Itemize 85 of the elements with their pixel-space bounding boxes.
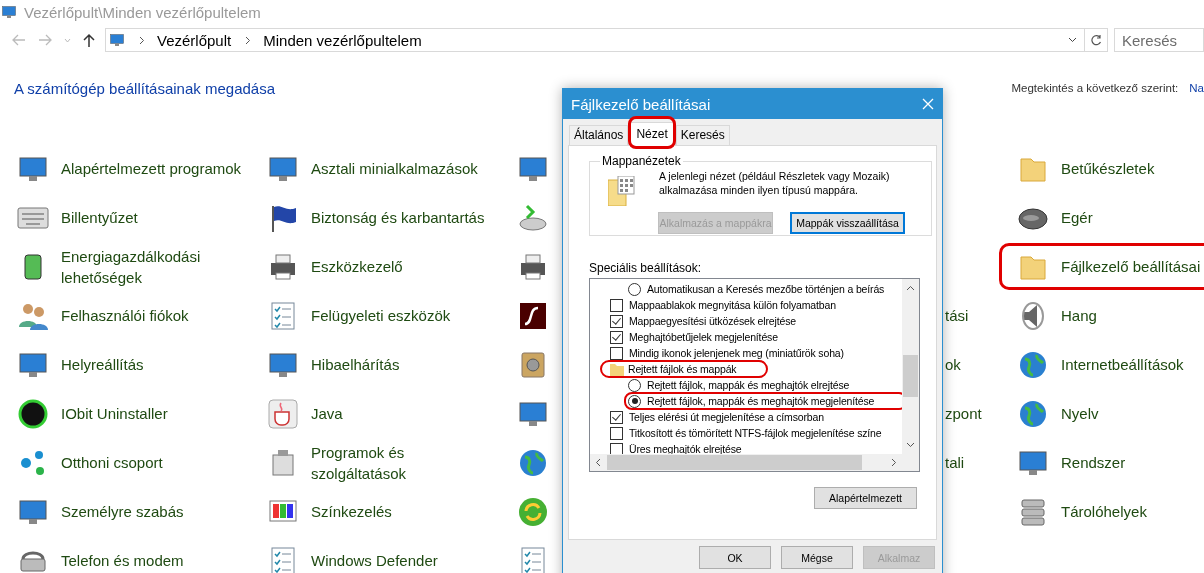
- view-by-label: Megtekintés a következő szerint:: [1011, 82, 1179, 94]
- control-panel-item-label[interactable]: Internetbeállítások: [1061, 354, 1204, 375]
- folder-icon: [610, 362, 624, 376]
- control-panel-item-label[interactable]: ok: [945, 354, 961, 375]
- checkbox[interactable]: [610, 346, 623, 360]
- option-label[interactable]: Meghajtóbetűjelek megjelenítése: [629, 331, 778, 343]
- chevron-icon: [139, 35, 145, 45]
- checkbox[interactable]: [610, 426, 623, 440]
- control-panel-item-label[interactable]: Biztonság és karbantartás: [311, 207, 501, 228]
- option-label[interactable]: Teljes elérési út megjelenítése a címsorban: [629, 411, 824, 423]
- control-panel-item-label[interactable]: Felügyeleti eszközök: [311, 305, 501, 326]
- control-panel-item-label[interactable]: Energiagazdálkodási lehetőségek: [61, 245, 251, 288]
- control-panel-item-label[interactable]: Windows Defender: [311, 550, 501, 571]
- description-text: A jelenlegi nézet (például Részletek vagy Mozaik) alkalmazása minden ilyen típusú mappára.: [659, 169, 891, 197]
- horizontal-scrollbar[interactable]: [590, 454, 919, 471]
- control-panel-item-label[interactable]: Billentyűzet: [61, 207, 251, 228]
- ring-icon: [17, 397, 49, 430]
- radio-button[interactable]: [628, 378, 641, 392]
- breadcrumb[interactable]: Vezérlőpult: [157, 31, 232, 49]
- checkbox[interactable]: [610, 330, 623, 344]
- scrollbar-thumb[interactable]: [903, 355, 918, 397]
- up-arrow-icon[interactable]: [83, 33, 95, 47]
- search-field[interactable]: Keresés: [1114, 28, 1204, 52]
- option-label[interactable]: Mappaablakok megnyitása külön folyamatban: [629, 299, 836, 311]
- control-panel-item-label[interactable]: Asztali minialkalmazások: [311, 158, 501, 179]
- control-panel-item-label[interactable]: IObit Uninstaller: [61, 403, 251, 424]
- option-label[interactable]: Titkosított és tömörített NTFS-fájlok megjelenítése színe: [629, 427, 882, 439]
- section-label: Speciális beállítások:: [589, 261, 703, 275]
- radio-button[interactable]: [628, 282, 641, 296]
- option-label[interactable]: Mappaegyesítési ütközések elrejtése: [629, 315, 796, 327]
- checkbox[interactable]: [610, 314, 623, 328]
- dialog-button[interactable]: OK: [699, 546, 771, 569]
- control-panel-item-label[interactable]: tási: [945, 305, 969, 326]
- control-panel-item-label[interactable]: Eszközkezelő: [311, 256, 501, 277]
- control-panel-item-label[interactable]: Betűkészletek: [1061, 158, 1204, 179]
- control-panel-item-label[interactable]: Otthoni csoport: [61, 452, 251, 473]
- option-label[interactable]: Automatikusan a Keresés mezőbe történjen a beírás: [647, 283, 885, 295]
- refresh-icon[interactable]: [1089, 34, 1102, 46]
- restore-defaults-button[interactable]: Alapértelmezett: [814, 487, 917, 509]
- control-panel-item-label[interactable]: Tárolóhelyek: [1061, 501, 1204, 522]
- option-label[interactable]: Rejtett fájlok, mappák és meghajtók elrejtése: [647, 379, 850, 391]
- window-title: Vezérlőpult\Minden vezérlőpultelem: [24, 3, 261, 21]
- scrollbar-thumb[interactable]: [607, 455, 862, 470]
- control-panel-item-label[interactable]: zpont: [945, 403, 982, 424]
- control-panel-item-label[interactable]: Helyreállítás: [61, 354, 251, 375]
- dropdown-caret-icon[interactable]: [1067, 37, 1077, 43]
- option-label[interactable]: Rejtett fájlok, mappák és meghajtók megjelenítése: [647, 395, 875, 407]
- control-panel-item-label[interactable]: Java: [311, 403, 501, 424]
- control-panel-item-label[interactable]: Rendszer: [1061, 452, 1204, 473]
- dialog-button[interactable]: Mappák visszaállítása: [790, 212, 905, 234]
- control-panel-item-label[interactable]: Személyre szabás: [61, 501, 251, 522]
- option-label[interactable]: Mindig ikonok jelenjenek meg (miniatűrök soha): [629, 347, 844, 359]
- control-panel-item-label[interactable]: Fájlkezelő beállításai: [1061, 256, 1204, 277]
- dialog-title: Fájlkezelő beállításai: [571, 95, 711, 113]
- control-panel-item-label[interactable]: Programok és szolgáltatások: [311, 441, 501, 484]
- control-panel-item-label[interactable]: tali: [945, 452, 965, 473]
- address-bar[interactable]: Vezérlőpult Minden vezérlőpultelem: [105, 28, 1085, 52]
- cup-icon: [267, 397, 299, 430]
- radio-button[interactable]: [628, 394, 641, 408]
- control-panel-item-label[interactable]: Színkezelés: [311, 501, 501, 522]
- control-panel-item-label[interactable]: Hang: [1061, 305, 1204, 326]
- chevron-icon: [245, 35, 252, 45]
- checkbox[interactable]: [610, 298, 623, 312]
- control-panel-item-label[interactable]: Nyelv: [1061, 403, 1204, 424]
- group-title: Mappanézetek: [601, 154, 682, 168]
- checkbox[interactable]: [610, 410, 623, 424]
- folder-grid-icon: [608, 176, 636, 206]
- option-label[interactable]: Rejtett fájlok és mappák: [628, 363, 737, 375]
- vertical-scrollbar[interactable]: [902, 279, 919, 454]
- close-icon[interactable]: [922, 98, 934, 110]
- settings-link[interactable]: A számítógép beállításainak megadása: [14, 79, 275, 97]
- control-panel-icon: [109, 32, 125, 48]
- control-panel-item-label[interactable]: Egér: [1061, 207, 1204, 228]
- control-panel-item-label[interactable]: Alapértelmezett programok: [61, 158, 251, 179]
- control-panel-item-label[interactable]: Felhasználói fiókok: [61, 305, 251, 326]
- control-panel-item-label[interactable]: Hibaelhárítás: [311, 354, 501, 375]
- dialog-button[interactable]: Mégse: [781, 546, 853, 569]
- tab[interactable]: Keresés: [675, 125, 730, 145]
- view-by-link[interactable]: Na: [1189, 82, 1204, 94]
- sync-icon: [517, 495, 549, 528]
- breadcrumb[interactable]: Minden vezérlőpultelem: [263, 31, 422, 49]
- control-panel-icon: [1, 4, 17, 20]
- control-panel-item-label[interactable]: Telefon és modem: [61, 550, 251, 571]
- tab[interactable]: Általános: [569, 125, 629, 145]
- option-label[interactable]: Üres meghajtók elrejtése: [629, 443, 742, 455]
